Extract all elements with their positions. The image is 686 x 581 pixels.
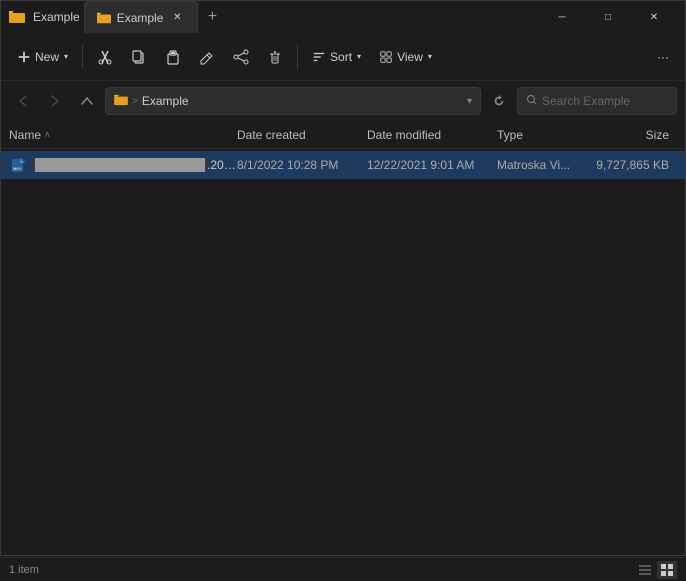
status-view-buttons [635, 561, 677, 579]
view-icon [379, 50, 393, 64]
address-bar: > Example ▾ Search Example [1, 81, 685, 121]
sort-label: Sort [330, 50, 352, 64]
copy-icon [131, 49, 147, 65]
search-icon [526, 94, 538, 109]
table-row[interactable]: MKV ████████████████████.2021.1080p.web.… [1, 151, 685, 179]
refresh-button[interactable] [485, 87, 513, 115]
status-bar: 1 item [1, 557, 685, 581]
breadcrumb-folder-icon [114, 94, 128, 109]
more-label: ··· [657, 50, 669, 64]
minimize-button[interactable]: ─ [539, 1, 585, 33]
search-box[interactable]: Search Example [517, 87, 677, 115]
new-chevron-icon: ▾ [64, 52, 68, 61]
up-button[interactable] [73, 87, 101, 115]
title-folder-icon [9, 9, 25, 25]
maximize-button[interactable]: □ [585, 1, 631, 33]
close-button[interactable]: ✕ [631, 1, 677, 33]
toolbar: New ▾ [1, 33, 685, 81]
details-view-button[interactable] [635, 561, 655, 579]
column-date-modified-header[interactable]: Date modified [367, 128, 497, 142]
file-size: 9,727,865 KB [587, 158, 677, 172]
column-name-header[interactable]: Name ∧ [9, 128, 237, 142]
tab-close-button[interactable]: ✕ [169, 10, 185, 26]
paste-icon [165, 49, 181, 65]
breadcrumb-bar[interactable]: > Example ▾ [105, 87, 481, 115]
view-chevron-icon: ▾ [428, 52, 432, 61]
back-icon [18, 95, 28, 107]
cut-icon [97, 49, 113, 65]
sort-chevron-icon: ▾ [357, 52, 361, 61]
tab-bar: Example ✕ + [84, 1, 539, 33]
svg-text:MKV: MKV [13, 166, 22, 171]
tab-label: Example [117, 11, 164, 25]
separator-1 [82, 45, 83, 69]
column-size-header[interactable]: Size [587, 128, 677, 142]
title-bar-left: Example [9, 9, 80, 25]
refresh-icon [492, 94, 506, 108]
column-type-header[interactable]: Type [497, 128, 587, 142]
breadcrumb-folder-name: Example [142, 94, 189, 108]
more-button[interactable]: ··· [649, 39, 677, 75]
file-type: Matroska Vi... [497, 158, 587, 172]
new-icon [17, 50, 31, 64]
file-list: MKV ████████████████████.2021.1080p.web.… [1, 149, 685, 557]
view-label: View [397, 50, 423, 64]
window-controls: ─ □ ✕ [539, 1, 677, 33]
tab-example[interactable]: Example ✕ [84, 1, 199, 33]
paste-button[interactable] [157, 39, 189, 75]
new-tab-button[interactable]: + [198, 3, 226, 31]
delete-button[interactable] [259, 39, 291, 75]
delete-icon [267, 49, 283, 65]
breadcrumb-separator: > [132, 96, 138, 107]
view-button[interactable]: View ▾ [371, 39, 440, 75]
rename-button[interactable] [191, 39, 223, 75]
forward-icon [50, 95, 60, 107]
up-icon [81, 95, 93, 107]
breadcrumb-dropdown-icon[interactable]: ▾ [467, 96, 472, 107]
new-label: New [35, 50, 59, 64]
list-view-button[interactable] [657, 561, 677, 579]
status-item-count: 1 item [9, 564, 39, 576]
column-date-created-header[interactable]: Date created [237, 128, 367, 142]
tab-folder-icon [97, 11, 111, 25]
share-icon [233, 49, 249, 65]
file-name: ████████████████████.2021.1080p.web.h264… [33, 158, 237, 172]
sort-indicator: ∧ [44, 129, 51, 140]
file-date-modified: 12/22/2021 9:01 AM [367, 158, 497, 172]
forward-button[interactable] [41, 87, 69, 115]
back-button[interactable] [9, 87, 37, 115]
sort-button[interactable]: Sort ▾ [304, 39, 369, 75]
share-button[interactable] [225, 39, 257, 75]
file-date-created: 8/1/2022 10:28 PM [237, 158, 367, 172]
window-title: Example [33, 10, 80, 24]
copy-button[interactable] [123, 39, 155, 75]
title-bar: Example Example ✕ + ─ □ ✕ [1, 1, 685, 33]
cut-button[interactable] [89, 39, 121, 75]
rename-icon [199, 49, 215, 65]
new-button[interactable]: New ▾ [9, 39, 76, 75]
separator-2 [297, 45, 298, 69]
main-area: Name ∧ Date created Date modified Type S… [1, 121, 685, 557]
file-type-icon: MKV [9, 157, 29, 173]
sort-icon [312, 50, 326, 64]
column-headers: Name ∧ Date created Date modified Type S… [1, 121, 685, 149]
search-placeholder: Search Example [542, 94, 630, 108]
